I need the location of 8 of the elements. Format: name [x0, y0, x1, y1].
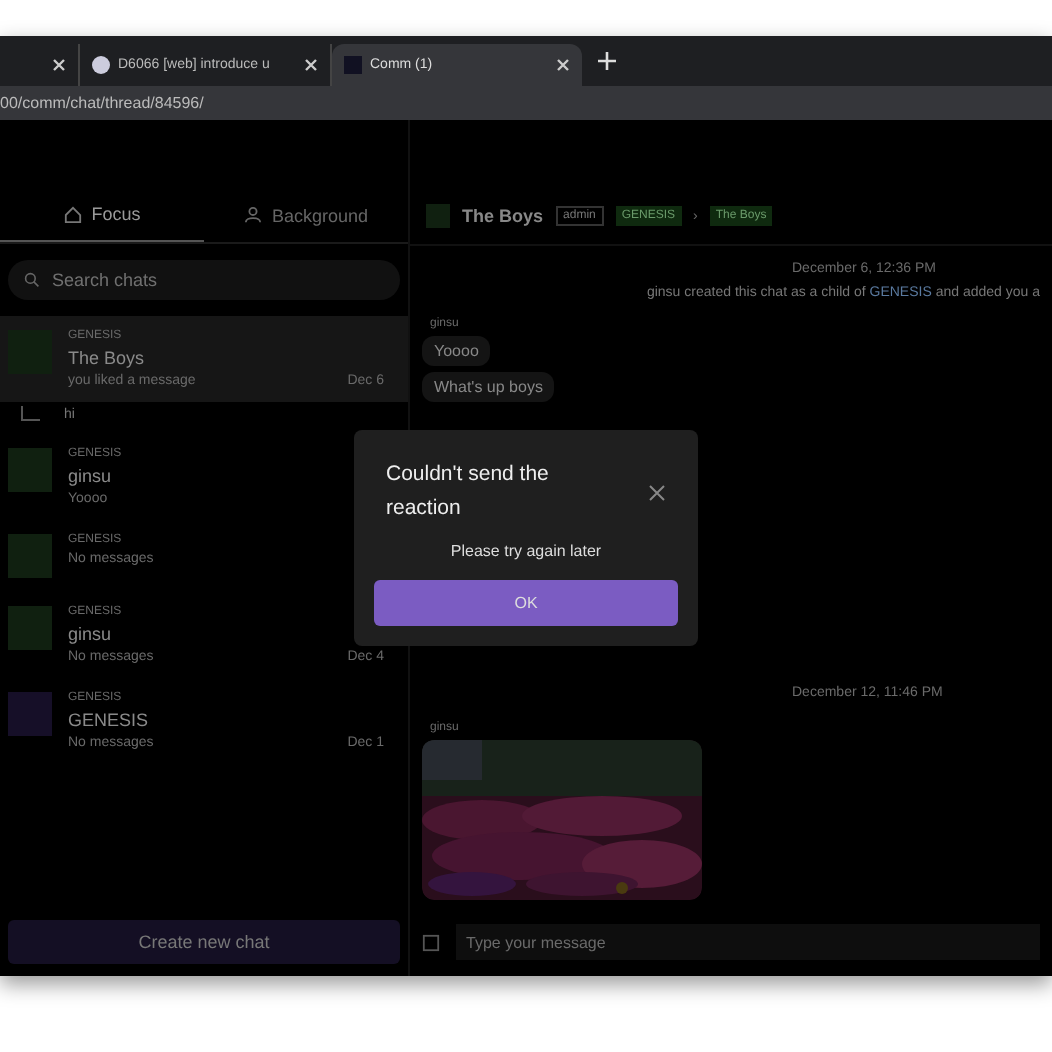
message-bubble: What's up boys [422, 372, 555, 402]
chat-name: The Boys [68, 348, 147, 368]
dialog-message: Please try again later [448, 542, 604, 560]
message-bubble: Yoooo [422, 336, 491, 366]
dialog-title: Couldn't send the reaction [386, 460, 551, 524]
chat-title: The Boys [462, 206, 544, 226]
chat-name: GENESIS [68, 710, 151, 730]
chat-name: ginsu [68, 624, 114, 644]
